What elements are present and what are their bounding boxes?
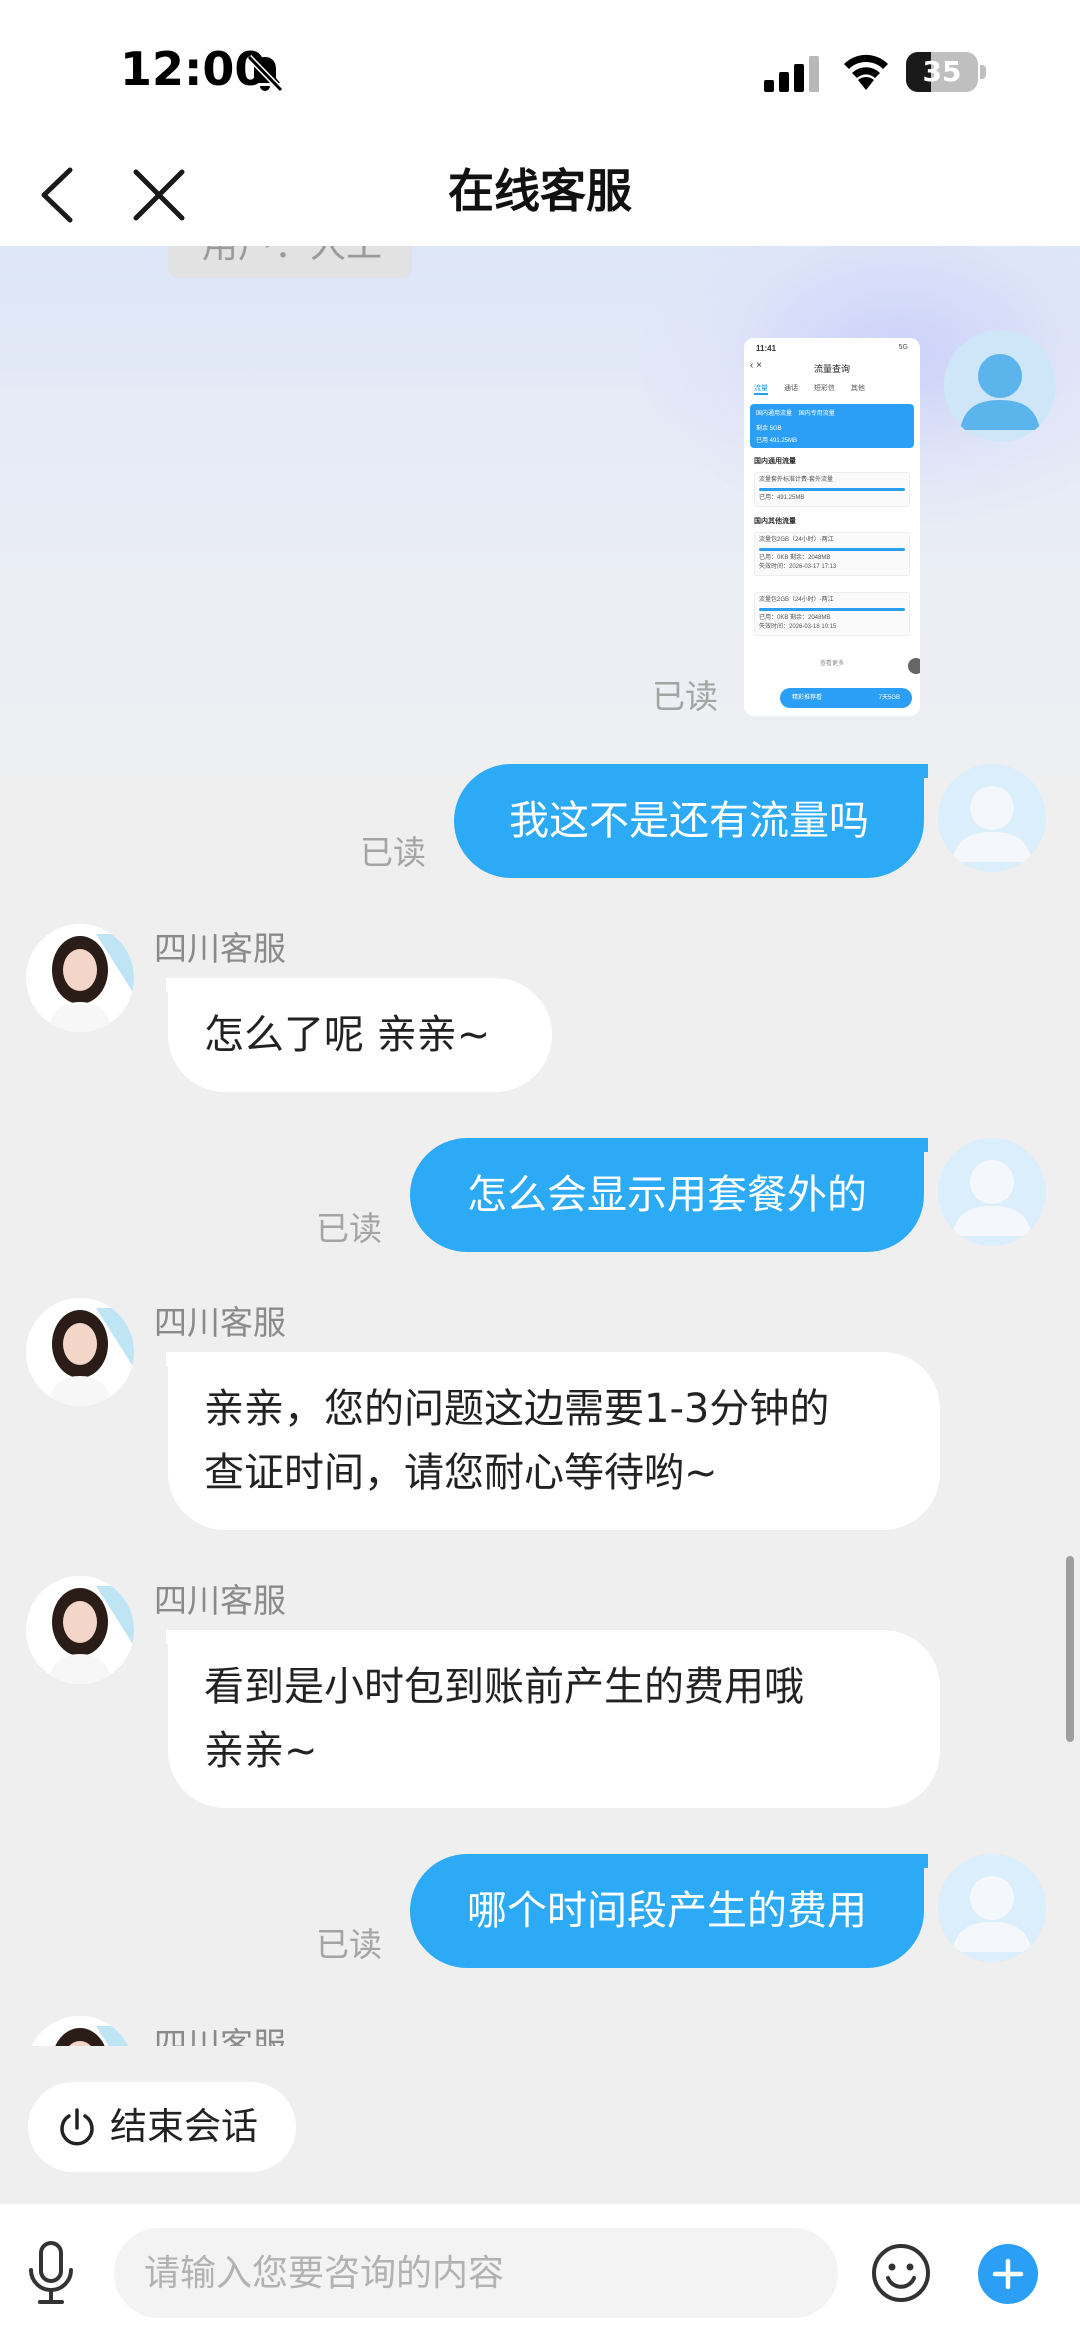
agent-avatar[interactable] — [26, 1298, 134, 1406]
agent-name: 四川客服 — [154, 2025, 286, 2046]
read-receipt: 已读 — [316, 1925, 382, 1964]
user-silhouette-icon — [938, 764, 1046, 872]
agent-message-line: 亲亲，您的问题这边需要1-3分钟的 — [204, 1386, 830, 1432]
agent-message-line: 亲亲~ — [204, 1728, 318, 1774]
thumb-box-3: 流量包2GB（24小时）-两江 已用：0KB 剩余：2048MB 失效时间：20… — [754, 592, 910, 636]
thumb-btn-left: 精彩推荐看 — [792, 695, 823, 701]
user-avatar[interactable] — [938, 1854, 1046, 1962]
thumb-card-right: 国内专用流量 — [798, 411, 835, 417]
thumb-box1-line: 已用：491.25MB — [759, 495, 805, 501]
end-session-button[interactable]: 结束会话 — [28, 2082, 296, 2172]
thumb-box3-title: 流量包2GB（24小时）-两江 — [759, 597, 834, 603]
agent-message-bubble[interactable]: 怎么了呢 亲亲~ — [166, 978, 552, 1092]
thumb-box2-line2: 失效时间：2026-03-17 17:13 — [759, 564, 837, 570]
thumb-tab: 其他 — [850, 385, 865, 392]
user-message-bubble[interactable]: 我这不是还有流量吗 — [454, 764, 928, 878]
user-avatar[interactable] — [944, 330, 1056, 442]
screenshot-thumbnail[interactable]: 11:41 5G ‹ × 流量查询 流量 通话 短彩信 其他 国内通用流量 国内… — [744, 338, 920, 716]
agent-message-line: 看到是小时包到账前产生的费用哦 — [204, 1664, 804, 1710]
status-bar: 12:00 35 — [0, 0, 1080, 140]
nav-bar: 在线客服 — [0, 140, 1080, 246]
agent-message-bubble[interactable]: 亲亲，您的问题这边需要1-3分钟的 查证时间，请您耐心等待哟~ — [166, 1352, 940, 1530]
thumb-status-network: 5G — [898, 344, 908, 351]
agent-portrait-icon — [26, 1576, 134, 1684]
agent-message-line: 查证时间，请您耐心等待哟~ — [204, 1450, 718, 1496]
thumb-usage-card: 国内通用流量 国内专用流量 剩余 5GB 已用 491.25MB — [750, 404, 914, 448]
back-icon[interactable] — [30, 160, 94, 230]
thumb-tab: 通话 — [783, 385, 798, 392]
signal-icon — [764, 56, 819, 92]
message-input[interactable] — [114, 2228, 838, 2318]
thumb-tab: 流量 — [754, 383, 768, 395]
clipped-message-bubble: 用户：人工 — [168, 246, 412, 278]
thumb-more-link: 查看更多 — [819, 661, 844, 667]
chat-area[interactable]: 用户：人工 11:41 5G ‹ × 流量查询 流量 通话 短彩信 其他 国内通… — [0, 246, 1080, 2046]
user-silhouette-icon — [944, 330, 1056, 442]
thumb-box3-line1: 已用：0KB 剩余：2048MB — [759, 615, 831, 621]
thumb-btn-right: 7天5GB — [878, 695, 900, 701]
thumb-box2-title: 流量包2GB（24小时）-两江 — [759, 537, 834, 543]
power-icon — [60, 2108, 94, 2146]
thumb-card-left: 国内通用流量 — [756, 411, 793, 417]
thumb-card-line2: 已用 491.25MB — [756, 438, 798, 444]
thumb-section-2: 国内其他流量 — [754, 518, 796, 525]
agent-avatar[interactable] — [26, 2016, 134, 2046]
thumb-bottom-bar: 精彩推荐看 7天5GB — [744, 682, 920, 716]
user-silhouette-icon — [938, 1138, 1046, 1246]
thumb-tab: 短彩信 — [813, 385, 835, 392]
battery-level: 35 — [922, 55, 962, 88]
agent-name: 四川客服 — [154, 1581, 286, 1620]
battery-icon: 35 — [906, 52, 986, 92]
read-receipt: 已读 — [360, 833, 426, 872]
close-icon[interactable] — [124, 160, 194, 230]
thumb-tabs: 流量 通话 短彩信 其他 — [754, 383, 914, 397]
user-message-bubble[interactable]: 哪个时间段产生的费用 — [410, 1854, 928, 1968]
read-receipt: 已读 — [316, 1209, 382, 1248]
agent-name: 四川客服 — [154, 1303, 286, 1342]
agent-portrait-icon — [26, 1298, 134, 1406]
thumb-box3-line2: 失效时间：2026-03-18 10:15 — [759, 624, 837, 630]
thumb-status-time: 11:41 — [756, 344, 777, 353]
chat-scrollbar[interactable] — [1066, 1556, 1074, 1742]
agent-portrait-icon — [26, 924, 134, 1032]
end-session-label: 结束会话 — [110, 2105, 258, 2148]
thumb-box-1: 流量套外标准计费-套外流量 已用：491.25MB — [754, 472, 910, 507]
agent-avatar[interactable] — [26, 1576, 134, 1684]
input-bar — [0, 2204, 1080, 2341]
wifi-icon — [844, 54, 888, 90]
read-receipt: 已读 — [652, 677, 718, 716]
agent-portrait-icon — [26, 2016, 134, 2046]
mic-icon[interactable] — [22, 2240, 80, 2306]
thumb-box-2: 流量包2GB（24小时）-两江 已用：0KB 剩余：2048MB 失效时间：20… — [754, 532, 910, 576]
thumb-box2-line1: 已用：0KB 剩余：2048MB — [759, 555, 831, 561]
user-silhouette-icon — [938, 1854, 1046, 1962]
thumb-card-line1: 剩余 5GB — [756, 426, 782, 432]
thumb-section-1: 国内通用流量 — [754, 458, 796, 465]
emoji-icon[interactable] — [870, 2242, 932, 2304]
plus-icon — [992, 2258, 1024, 2290]
thumb-bottom-button: 精彩推荐看 7天5GB — [780, 688, 912, 708]
bell-muted-icon — [246, 54, 284, 93]
thumb-float-dot — [908, 658, 920, 674]
user-avatar[interactable] — [938, 1138, 1046, 1246]
thumb-box1-title: 流量套外标准计费-套外流量 — [759, 477, 833, 483]
add-button[interactable] — [978, 2244, 1038, 2304]
agent-avatar[interactable] — [26, 924, 134, 1032]
user-avatar[interactable] — [938, 764, 1046, 872]
agent-message-bubble[interactable]: 看到是小时包到账前产生的费用哦 亲亲~ — [166, 1630, 940, 1808]
thumb-title: 流量查询 — [813, 364, 850, 374]
user-message-bubble[interactable]: 怎么会显示用套餐外的 — [410, 1138, 928, 1252]
agent-name: 四川客服 — [154, 929, 286, 968]
